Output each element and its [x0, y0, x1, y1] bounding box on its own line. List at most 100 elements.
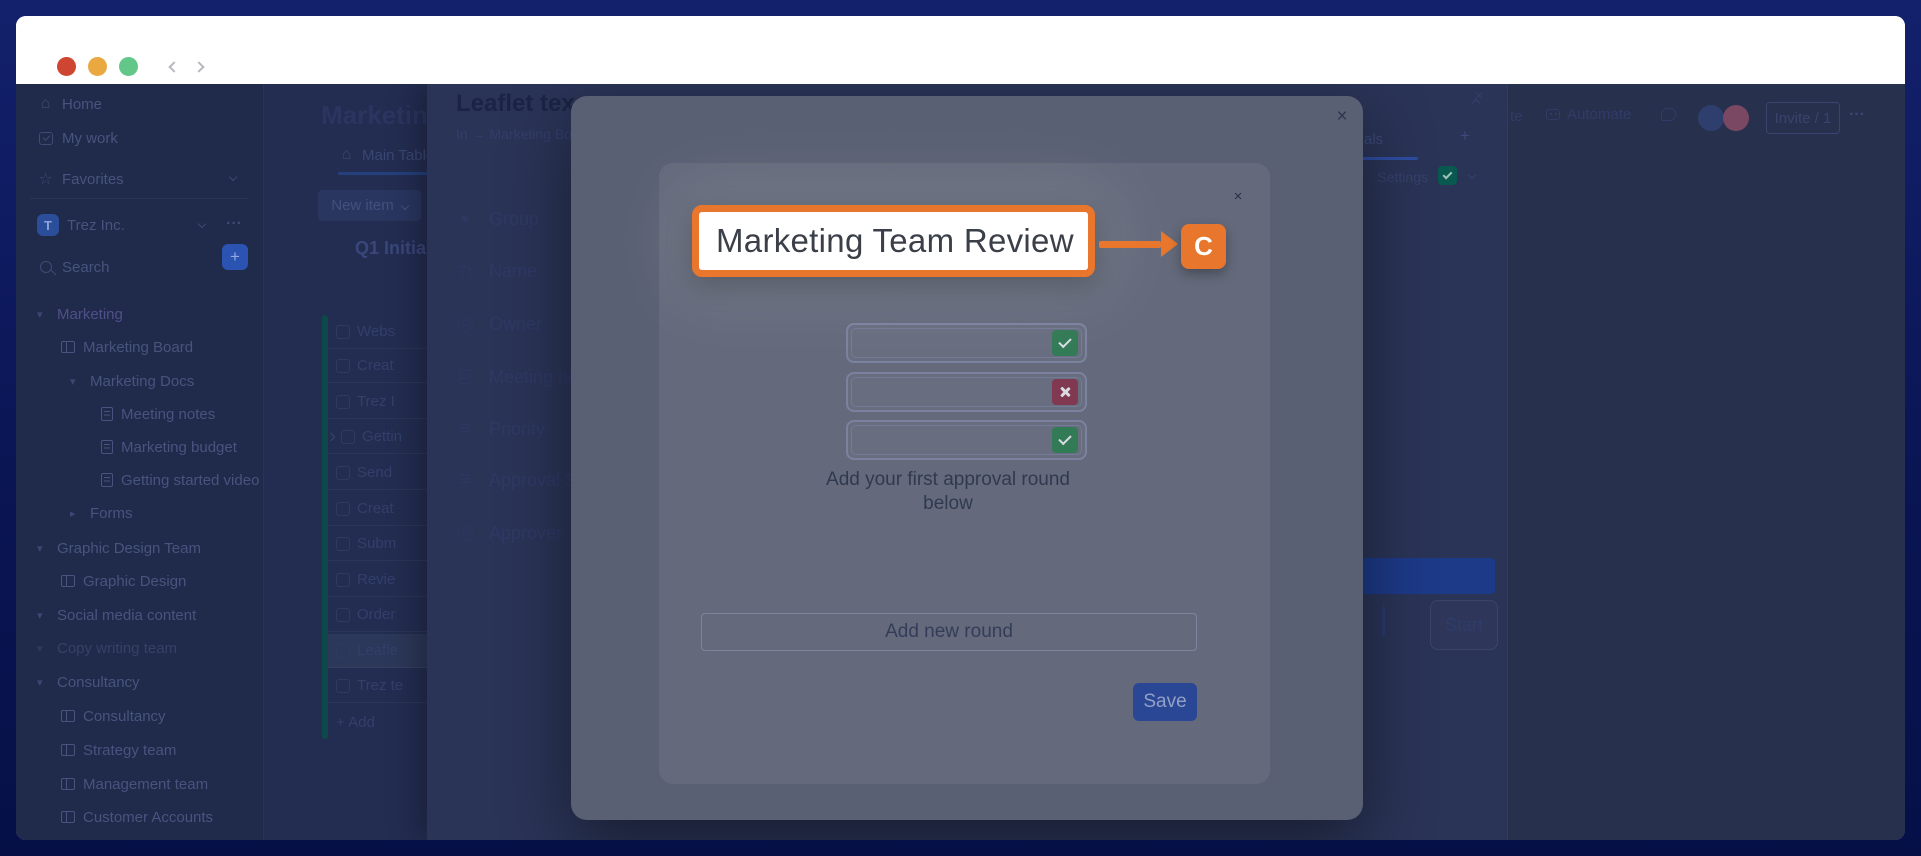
sidebar-item-marketing-budget[interactable]: Marketing budget	[101, 436, 237, 458]
document-icon	[101, 473, 113, 487]
approved-status-icon[interactable]	[1052, 427, 1078, 453]
row-checkbox[interactable]	[336, 573, 350, 587]
field-priority[interactable]: ≡ Priority	[455, 418, 545, 440]
chat-icon[interactable]	[1661, 108, 1676, 121]
field-name[interactable]: Tt Name	[455, 260, 537, 282]
round-input[interactable]	[851, 425, 1082, 455]
sidebar-section-graphic-design-team[interactable]: ▾ Graphic Design Team	[37, 537, 201, 559]
item-label: Marketing Docs	[90, 373, 194, 390]
avatar[interactable]	[1698, 105, 1724, 131]
close-icon[interactable]: ×	[1329, 104, 1355, 130]
sidebar-item-customer-accounts[interactable]: Customer Accounts	[61, 806, 213, 828]
round-input[interactable]	[851, 328, 1082, 358]
sidebar-item-forms[interactable]: ▸ Forms	[70, 502, 133, 524]
sidebar-item-meeting-notes[interactable]: Meeting notes	[101, 403, 215, 425]
approved-status-icon[interactable]	[1052, 330, 1078, 356]
sidebar-item-management-team[interactable]: Management team	[61, 773, 208, 795]
row-checkbox[interactable]	[336, 644, 350, 658]
maximize-window-button[interactable]	[119, 57, 138, 76]
table-row[interactable]: Order	[328, 598, 428, 632]
settings-checkbox[interactable]	[1438, 166, 1457, 185]
sidebar-item-getting-started-video[interactable]: Getting started video ..	[101, 469, 264, 491]
round-input[interactable]	[851, 377, 1082, 407]
field-group[interactable]: ● Group	[455, 208, 539, 230]
table-row[interactable]: Revie	[328, 563, 428, 597]
expand-row-icon[interactable]	[328, 432, 335, 440]
sidebar-search[interactable]: Search	[37, 256, 110, 278]
row-checkbox[interactable]	[336, 502, 350, 516]
approval-round-row[interactable]	[846, 420, 1087, 460]
row-label: Order	[357, 606, 395, 623]
row-label: Revie	[357, 571, 395, 588]
sidebar-item-marketing-board[interactable]: Marketing Board	[61, 336, 193, 358]
save-button[interactable]: Save	[1133, 683, 1197, 721]
back-icon[interactable]	[163, 56, 185, 78]
chevron-down-icon[interactable]	[198, 220, 206, 228]
forward-icon[interactable]	[188, 56, 210, 78]
add-item-row[interactable]: + Add	[328, 705, 428, 739]
section-label: Marketing	[57, 306, 123, 323]
document-icon	[101, 440, 113, 454]
automate-button[interactable]: Automate	[1546, 106, 1631, 123]
row-label: Creat	[357, 357, 394, 374]
row-checkbox[interactable]	[336, 395, 350, 409]
table-row[interactable]: Creat	[328, 492, 428, 526]
minimize-window-button[interactable]	[88, 57, 107, 76]
sidebar-item-workspace[interactable]: T Trez Inc.	[37, 214, 125, 236]
rejected-status-icon[interactable]	[1052, 379, 1078, 405]
sidebar-section-consultancy[interactable]: ▾ Consultancy	[37, 671, 140, 693]
more-options-icon[interactable]: ···	[1849, 106, 1865, 124]
invite-button[interactable]: Invite / 1	[1766, 102, 1840, 134]
table-row[interactable]: Creat	[328, 349, 428, 383]
approval-round-row[interactable]	[846, 323, 1087, 363]
row-checkbox[interactable]	[336, 466, 350, 480]
tab-approvals-fragment[interactable]: als	[1364, 131, 1383, 148]
workspace-menu-icon[interactable]: ···	[226, 215, 242, 233]
table-row[interactable]: Gettin	[328, 420, 428, 454]
round-name-input-highlight[interactable]: Marketing Team Review	[692, 205, 1095, 277]
chevron-down-icon[interactable]	[1468, 171, 1476, 179]
table-row[interactable]: Trez I	[328, 385, 428, 419]
sidebar-item-favorites[interactable]: ☆ Favorites	[37, 168, 124, 190]
table-row[interactable]: Send	[328, 456, 428, 490]
sidebar-section-marketing[interactable]: ▾ Marketing	[37, 303, 123, 325]
table-row[interactable]: Webs	[328, 315, 428, 349]
start-button[interactable]: Start	[1430, 600, 1498, 650]
add-new-round-button[interactable]: Add new round	[701, 613, 1197, 651]
row-checkbox[interactable]	[341, 430, 355, 444]
breadcrumb[interactable]: In → Marketing Bo	[456, 126, 572, 142]
triangle-down-icon: ▾	[37, 642, 49, 655]
sidebar-item-consultancy[interactable]: Consultancy	[61, 705, 166, 727]
board-icon	[61, 744, 75, 756]
toolbar-fragment[interactable]: te	[1510, 108, 1523, 125]
star-icon: ☆	[37, 169, 54, 189]
field-approver[interactable]: Approver	[455, 522, 562, 544]
close-icon[interactable]: ×	[1467, 84, 1491, 108]
tab-main-table[interactable]: ⌂ Main Table	[338, 146, 434, 164]
approval-round-row[interactable]	[846, 372, 1087, 412]
field-owner[interactable]: Owner	[455, 313, 542, 335]
sidebar-item-strategy-team[interactable]: Strategy team	[61, 739, 176, 761]
table-row-selected[interactable]: Leafle	[328, 634, 428, 668]
table-row[interactable]: Subm	[328, 527, 428, 561]
sidebar-section-copy-writing-team[interactable]: ▾ Copy writing team	[37, 637, 177, 659]
document-icon	[101, 407, 113, 421]
close-icon[interactable]: ×	[1227, 185, 1249, 207]
row-checkbox[interactable]	[336, 359, 350, 373]
sidebar-item-my-work[interactable]: My work	[37, 127, 118, 149]
row-checkbox[interactable]	[336, 679, 350, 693]
sidebar-item-graphic-design[interactable]: Graphic Design	[61, 570, 186, 592]
sidebar-item-marketing-docs[interactable]: ▾ Marketing Docs	[70, 370, 194, 392]
row-checkbox[interactable]	[336, 537, 350, 551]
close-window-button[interactable]	[57, 57, 76, 76]
avatar[interactable]	[1723, 105, 1749, 131]
sidebar-section-social-media-content[interactable]: ▾ Social media content	[37, 604, 196, 626]
new-item-button[interactable]: New item	[318, 190, 421, 221]
sidebar-item-home[interactable]: ⌂ Home	[37, 93, 102, 115]
row-checkbox[interactable]	[336, 608, 350, 622]
row-checkbox[interactable]	[336, 325, 350, 339]
add-board-button[interactable]: +	[222, 244, 248, 270]
table-row[interactable]: Trez te	[328, 669, 428, 703]
chevron-down-icon[interactable]	[229, 173, 237, 181]
add-tab-icon[interactable]: +	[1460, 126, 1470, 146]
